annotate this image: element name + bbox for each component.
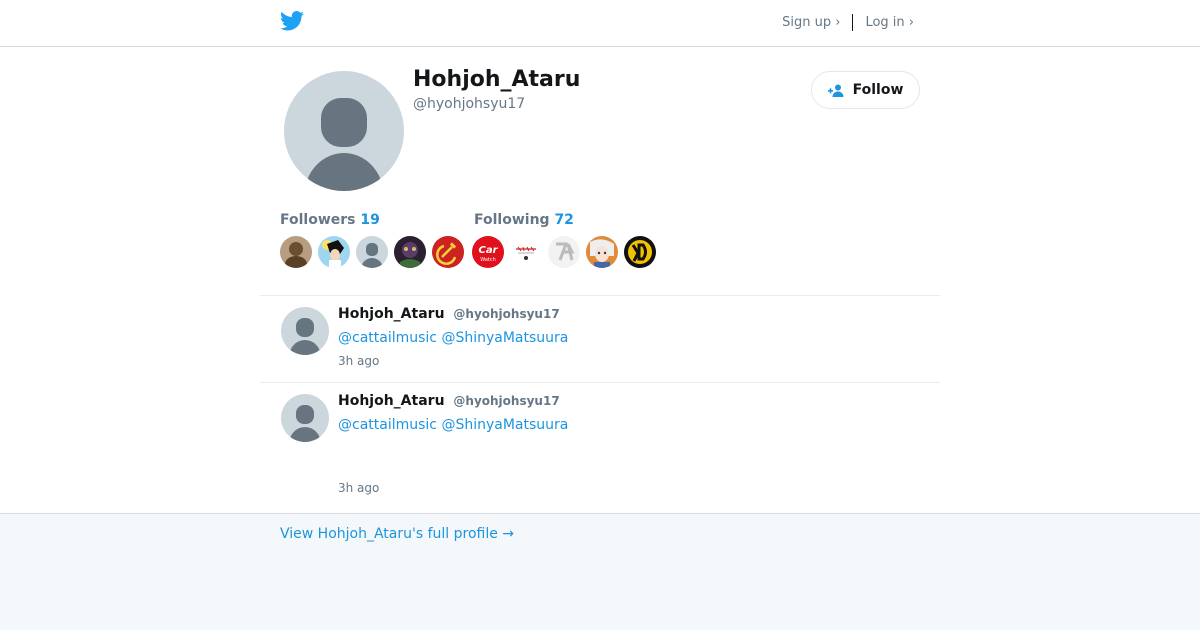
full-profile-link[interactable]: View Hohjoh_Ataru's full profile → [280, 526, 514, 542]
hammer-sickle-icon [432, 236, 464, 268]
follower-avatar-5[interactable] [432, 236, 464, 268]
profile-handle: @hyohjohsyu17 [413, 96, 526, 112]
follower-thumbnails: Car Watch [280, 236, 656, 268]
section-divider [260, 295, 940, 296]
follower-avatar-3[interactable] [356, 236, 388, 268]
profile-avatar[interactable] [284, 71, 404, 191]
top-bar: Sign up › Log in › [0, 0, 1200, 47]
grey-logo-icon [548, 236, 580, 268]
profile-name: Hohjoh_Ataru [413, 67, 581, 92]
tweet-author[interactable]: Hohjoh_Ataru @hyohjohsyu17 [338, 306, 560, 322]
default-avatar-icon [356, 236, 388, 268]
tweet-author-name: Hohjoh_Ataru [338, 306, 445, 322]
tweet-text: @cattailmusic @ShinyaMatsuura [338, 417, 568, 433]
login-link[interactable]: Log in › [865, 15, 914, 30]
profile-card: Hohjoh_Ataru @hyohjohsyu17 Follow Follow… [0, 47, 1200, 514]
following-avatar-2[interactable] [510, 236, 542, 268]
follow-button-label: Follow [852, 82, 904, 98]
following-label: Following [474, 212, 550, 228]
dark-avatar-icon [394, 236, 426, 268]
following-number: 72 [554, 212, 574, 228]
tweet-author-handle: @hyohjohsyu17 [453, 394, 560, 408]
followers-count[interactable]: Followers 19 [280, 212, 380, 228]
tweet-avatar[interactable] [281, 307, 329, 355]
follow-button[interactable]: Follow [811, 71, 920, 109]
tweet-timestamp[interactable]: 3h ago [338, 354, 379, 368]
tweet-text: @cattailmusic @ShinyaMatsuura [338, 330, 568, 346]
auth-nav: Sign up › Log in › [782, 14, 914, 31]
nav-divider [852, 14, 854, 31]
follower-avatar-2[interactable] [318, 236, 350, 268]
following-avatar-4[interactable] [586, 236, 618, 268]
mention-link[interactable]: @cattailmusic [338, 330, 437, 346]
car-watch-bottom-text: Watch [480, 257, 496, 263]
default-avatar-icon [284, 71, 404, 191]
following-avatar-5[interactable] [624, 236, 656, 268]
yellow-logo-icon [624, 236, 656, 268]
tweet-divider [260, 382, 940, 383]
follower-avatar-4[interactable] [394, 236, 426, 268]
anime-avatar-icon [318, 236, 350, 268]
mention-link[interactable]: @ShinyaMatsuura [441, 330, 568, 346]
add-person-icon [827, 84, 844, 97]
mention-link[interactable]: @cattailmusic [338, 417, 437, 433]
tweet-author-name: Hohjoh_Ataru [338, 393, 445, 409]
following-avatar-1[interactable]: Car Watch [472, 236, 504, 268]
following-avatar-3[interactable] [548, 236, 580, 268]
text-logo-icon [510, 236, 542, 268]
signup-link[interactable]: Sign up › [782, 15, 840, 30]
car-watch-top-text: Car [478, 245, 498, 256]
default-avatar-icon [281, 394, 329, 442]
tweet-timestamp[interactable]: 3h ago [338, 481, 379, 495]
following-count[interactable]: Following 72 [474, 212, 574, 228]
followers-number: 19 [360, 212, 380, 228]
tweet-author-handle: @hyohjohsyu17 [453, 307, 560, 321]
followers-label: Followers [280, 212, 356, 228]
girl-avatar-icon [586, 236, 618, 268]
car-watch-logo-icon: Car Watch [472, 236, 504, 268]
tweet-author[interactable]: Hohjoh_Ataru @hyohjohsyu17 [338, 393, 560, 409]
twitter-bird-icon[interactable] [280, 11, 304, 31]
mention-link[interactable]: @ShinyaMatsuura [441, 417, 568, 433]
default-avatar-icon [281, 307, 329, 355]
follower-avatar-1[interactable] [280, 236, 312, 268]
tweet-avatar[interactable] [281, 394, 329, 442]
photo-avatar-icon [280, 236, 312, 268]
